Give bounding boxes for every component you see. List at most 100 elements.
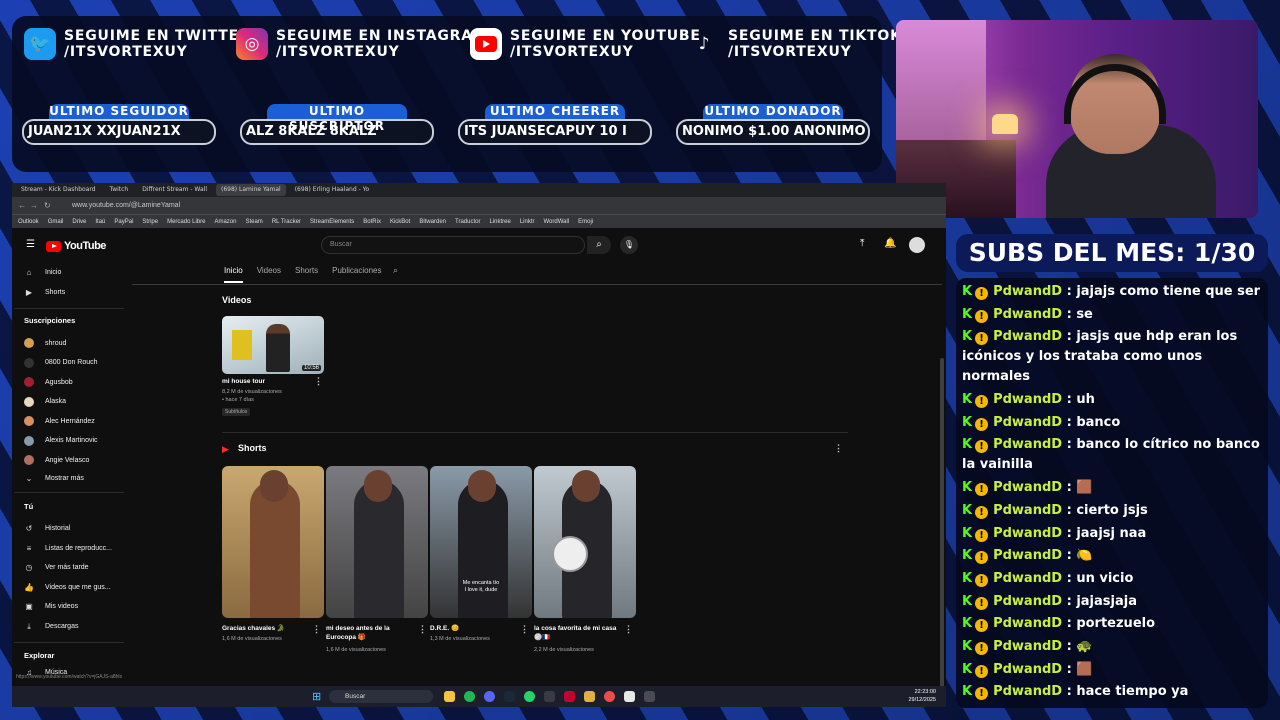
sidebar-item[interactable]: Alec Hernández bbox=[24, 416, 95, 426]
sidebar-item[interactable]: ⌂ Inicio bbox=[24, 268, 62, 277]
short-thumbnail-3[interactable]: Me encanta tío I love it, dude bbox=[430, 466, 532, 618]
sidebar-item[interactable]: ↺ Historial bbox=[24, 524, 71, 533]
short-title[interactable]: mi deseo antes de la Eurocopa 🎁 bbox=[326, 624, 418, 642]
sidebar-item[interactable]: ≡ Listas de reproducc... bbox=[24, 544, 112, 553]
short-title[interactable]: D.R.E. 😊 bbox=[430, 624, 522, 633]
url-text[interactable]: www.youtube.com/@LamineYamal bbox=[72, 202, 180, 209]
browser-tab[interactable]: Diffrent Stream - Wall bbox=[137, 184, 212, 196]
channel-search-icon[interactable]: ⌕ bbox=[393, 265, 398, 276]
obs-icon[interactable] bbox=[544, 691, 555, 702]
whatsapp-icon[interactable] bbox=[524, 691, 535, 702]
page-scrollbar[interactable] bbox=[940, 358, 944, 707]
bookmark[interactable]: Mercado Libre bbox=[167, 219, 205, 225]
opera-icon[interactable] bbox=[564, 691, 575, 702]
bookmark[interactable]: Stripe bbox=[142, 219, 158, 225]
forward-icon[interactable]: → bbox=[30, 201, 38, 210]
avatar[interactable] bbox=[909, 237, 925, 253]
sidebar-item[interactable]: ▶ Shorts bbox=[24, 288, 65, 297]
search-icon[interactable]: ⌕ bbox=[587, 236, 611, 254]
youtube-logo[interactable]: YouTube bbox=[46, 240, 106, 252]
bookmark[interactable]: Drive bbox=[72, 219, 86, 225]
menu-icon[interactable]: ☰ bbox=[26, 239, 35, 250]
bookmark[interactable]: WordWall bbox=[543, 219, 569, 225]
short-thumbnail-4[interactable] bbox=[534, 466, 636, 618]
back-icon[interactable]: ← bbox=[18, 201, 26, 210]
kick-icon: K bbox=[962, 525, 973, 541]
terminal-icon[interactable] bbox=[624, 691, 635, 702]
bookmark[interactable]: Bitwarden bbox=[419, 219, 446, 225]
upload-icon[interactable]: ⤒ bbox=[860, 238, 864, 249]
browser-tab[interactable]: (698) Lamine Yamal bbox=[216, 184, 286, 196]
bookmark[interactable]: Itaú bbox=[95, 219, 105, 225]
browser-tab[interactable]: Twitch bbox=[105, 184, 134, 196]
channel-tab[interactable]: Publicaciones bbox=[332, 266, 381, 283]
short-thumbnail-1[interactable] bbox=[222, 466, 324, 618]
browser-tab[interactable]: (698) Erling Haaland - Yo bbox=[290, 184, 375, 196]
short-thumbnail-2[interactable] bbox=[326, 466, 428, 618]
reload-icon[interactable]: ↻ bbox=[44, 201, 51, 210]
channel-tab[interactable]: Inicio bbox=[224, 266, 243, 283]
bookmark[interactable]: StreamElements bbox=[310, 219, 354, 225]
app2-icon[interactable] bbox=[644, 691, 655, 702]
video-menu-icon[interactable]: ⋮ bbox=[314, 376, 323, 387]
short-menu-icon[interactable]: ⋮ bbox=[418, 624, 427, 635]
sidebar-item[interactable]: ⤓ Descargas bbox=[24, 622, 78, 632]
you-header[interactable]: Tú bbox=[24, 502, 33, 511]
sidebar-item[interactable]: Alexis Martinovic bbox=[24, 435, 98, 446]
video-thumbnail[interactable]: 10:56 bbox=[222, 316, 324, 374]
bookmark[interactable]: Emoji bbox=[578, 219, 593, 225]
chat-message: K! PdwandD : uh bbox=[962, 392, 1095, 409]
bell-icon[interactable]: 🔔 bbox=[884, 238, 896, 249]
sidebar-item[interactable]: ⌄ Mostrar más bbox=[24, 474, 84, 483]
sidebar-item[interactable]: ▣ Mis videos bbox=[24, 602, 78, 611]
short-title[interactable]: Gracias chavales 🐊 bbox=[222, 624, 314, 633]
chat-username: PdwandD bbox=[993, 437, 1063, 453]
bookmark[interactable]: Outlook bbox=[18, 219, 39, 225]
sidebar-item[interactable]: 0800 Don Rouch bbox=[24, 357, 98, 368]
clock[interactable]: 22:23:00 29/12/2025 bbox=[908, 688, 936, 704]
spotify-icon[interactable] bbox=[464, 691, 475, 702]
sidebar-item[interactable]: Alaska bbox=[24, 396, 66, 407]
short-menu-icon[interactable]: ⋮ bbox=[312, 624, 321, 635]
subscriptions-header[interactable]: Suscripciones bbox=[24, 316, 75, 325]
bookmark[interactable]: RL Tracker bbox=[272, 219, 301, 225]
bookmark[interactable]: Gmail bbox=[48, 219, 64, 225]
steam-icon[interactable] bbox=[504, 691, 515, 702]
chrome-icon[interactable] bbox=[604, 691, 615, 702]
sidebar-item[interactable]: Angie Velasco bbox=[24, 455, 89, 465]
avatar bbox=[24, 377, 34, 387]
taskbar-search[interactable]: Buscar bbox=[329, 690, 433, 703]
app-icon[interactable] bbox=[584, 691, 595, 702]
short-menu-icon[interactable]: ⋮ bbox=[520, 624, 529, 635]
sidebar-item[interactable]: 👍 Videos que me gus... bbox=[24, 583, 111, 592]
windows-start-icon[interactable]: ⊞ bbox=[312, 690, 321, 703]
short-menu-icon[interactable]: ⋮ bbox=[624, 624, 633, 635]
bookmark[interactable]: Amazon bbox=[214, 219, 236, 225]
browser-tab[interactable]: Stream - Kick Dashboard bbox=[16, 184, 101, 196]
sidebar-item[interactable]: ◷ Ver más tarde bbox=[24, 563, 89, 572]
discord-icon[interactable] bbox=[484, 691, 495, 702]
sidebar-item-label: Inicio bbox=[45, 269, 62, 276]
chat-message: K! PdwandD : 🟫 bbox=[962, 661, 1093, 678]
bookmark[interactable]: BotRix bbox=[363, 219, 381, 225]
video-title[interactable]: mi house tour bbox=[222, 378, 265, 385]
channel-tab[interactable]: Videos bbox=[257, 266, 281, 283]
search-input[interactable]: Buscar bbox=[321, 236, 585, 254]
shorts-menu-icon[interactable]: ⋮ bbox=[834, 443, 843, 454]
bookmark[interactable]: Steam bbox=[245, 219, 262, 225]
sidebar-item[interactable]: Agusbob bbox=[24, 377, 73, 387]
mic-icon[interactable]: 🎙 bbox=[620, 236, 638, 254]
bookmark[interactable]: Linktr bbox=[520, 219, 535, 225]
address-bar[interactable]: ← → ↻ www.youtube.com/@LamineYamal bbox=[12, 197, 946, 214]
sidebar-item-label: Agusbob bbox=[45, 378, 73, 386]
bookmark[interactable]: KickBot bbox=[390, 219, 410, 225]
like-icon: 👍 bbox=[24, 582, 34, 592]
kick-icon: K bbox=[962, 661, 973, 677]
channel-tab[interactable]: Shorts bbox=[295, 266, 318, 283]
file-explorer-icon[interactable] bbox=[444, 691, 455, 702]
bookmark[interactable]: PayPal bbox=[114, 219, 133, 225]
bookmark[interactable]: Traductor bbox=[455, 219, 480, 225]
short-title[interactable]: la cosa favorita de mi casa 🏐🇫🇷 bbox=[534, 624, 626, 642]
bookmark[interactable]: Linktree bbox=[489, 219, 510, 225]
sidebar-item[interactable]: shroud bbox=[24, 338, 66, 348]
